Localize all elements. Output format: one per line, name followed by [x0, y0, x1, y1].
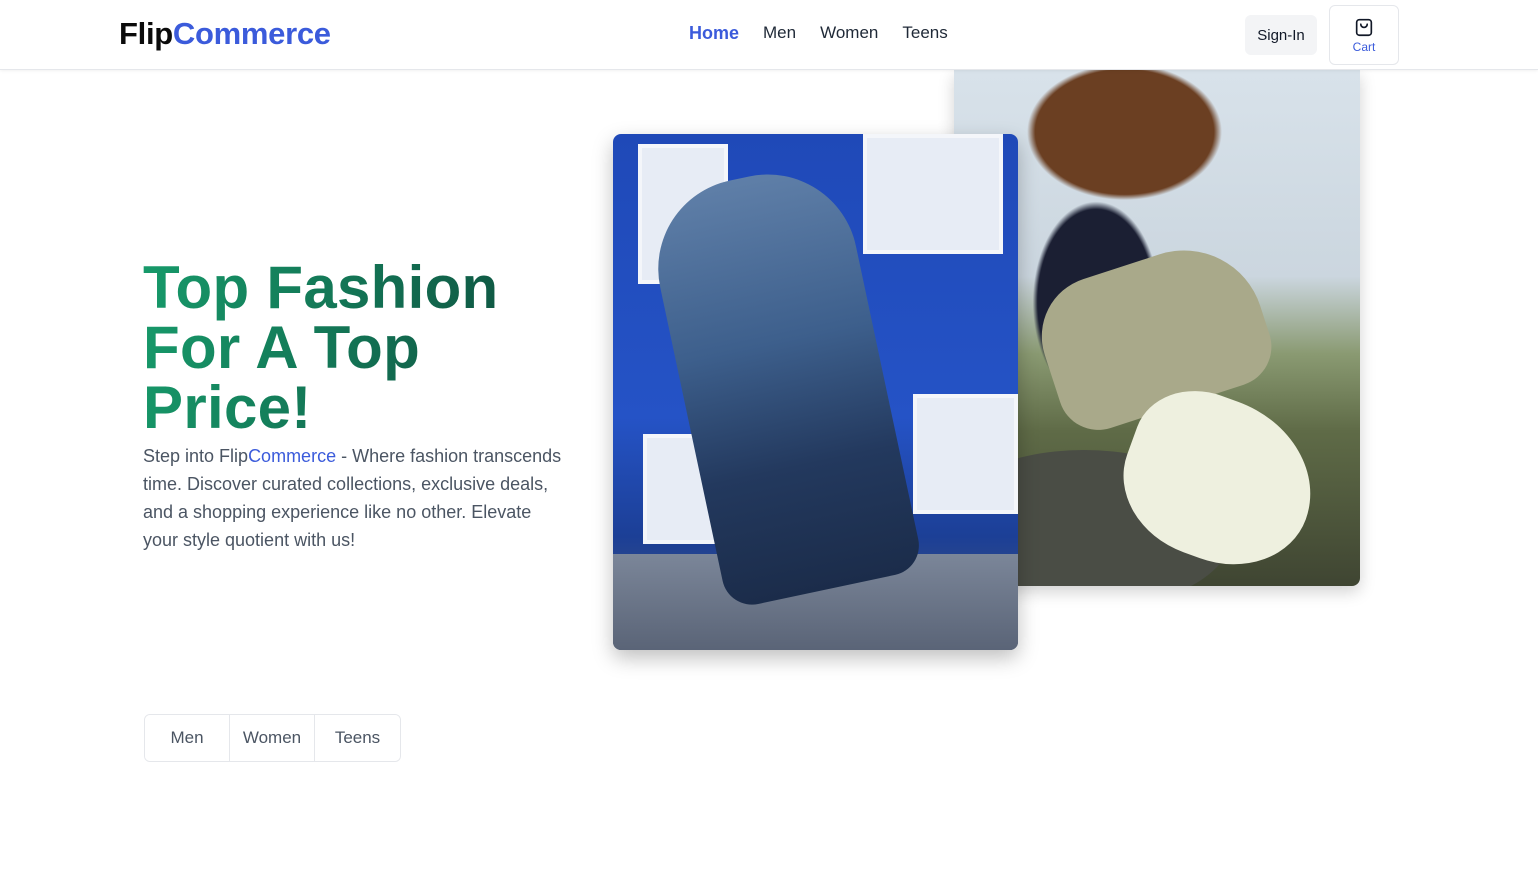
logo-flip: Flip — [119, 16, 173, 51]
hero-image-man-running — [613, 134, 1018, 650]
hero-description: Step into FlipCommerce - Where fashion t… — [143, 442, 563, 554]
logo-commerce: Commerce — [172, 16, 331, 51]
category-tabs: Men Women Teens — [144, 714, 401, 762]
hero-desc-prefix: Step into Flip — [143, 446, 249, 466]
nav-home[interactable]: Home — [689, 23, 739, 44]
shopping-bag-icon — [1355, 18, 1373, 37]
nav-teens[interactable]: Teens — [902, 23, 947, 44]
main-nav: Home Men Women Teens — [689, 23, 972, 44]
nav-men[interactable]: Men — [763, 23, 796, 44]
category-tab-women[interactable]: Women — [230, 715, 315, 761]
logo[interactable]: FlipCommerce — [119, 16, 331, 52]
category-tab-teens[interactable]: Teens — [315, 715, 400, 761]
nav-women[interactable]: Women — [820, 23, 878, 44]
hero-title: Top Fashion For A Top Price! — [143, 258, 563, 438]
site-header: FlipCommerce Home Men Women Teens Sign-I… — [0, 0, 1538, 70]
cart-button[interactable]: Cart — [1329, 5, 1399, 65]
hero-desc-brand: Commerce — [248, 446, 337, 466]
category-tab-men[interactable]: Men — [145, 715, 230, 761]
cart-label: Cart — [1352, 40, 1376, 54]
sign-in-button[interactable]: Sign-In — [1245, 15, 1317, 55]
